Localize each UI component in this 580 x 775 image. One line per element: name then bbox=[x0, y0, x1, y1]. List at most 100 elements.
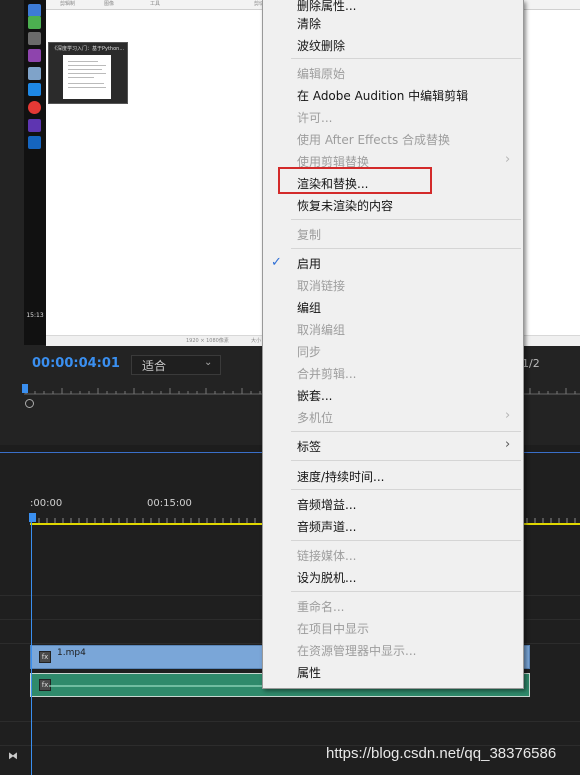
zoom-fit-label: 适合 bbox=[142, 359, 167, 373]
menu-separator bbox=[291, 540, 521, 541]
chevron-right-icon: › bbox=[505, 437, 511, 452]
menu-item-label: 速度/持续时间... bbox=[297, 470, 385, 484]
timeline-playhead-line[interactable] bbox=[31, 521, 32, 775]
taskbar-app-icon bbox=[28, 67, 41, 80]
menu-item-label: 属性 bbox=[297, 666, 322, 680]
menu-item-ripple-delete[interactable]: 波纹删除 bbox=[263, 34, 523, 56]
menu-item-label: 多机位 bbox=[297, 411, 334, 425]
resolution-select[interactable]: 1/2 bbox=[522, 357, 540, 370]
video-clip-name: 1.mp4 bbox=[57, 648, 86, 658]
menu-item-multi-camera[interactable]: 多机位 › bbox=[263, 406, 523, 428]
menu-item-label: 使用 After Effects 合成替换 bbox=[297, 133, 451, 147]
menu-item-rename[interactable]: 重命名... bbox=[263, 595, 523, 617]
menu-separator bbox=[291, 489, 521, 490]
menu-separator bbox=[291, 219, 521, 220]
menu-item-label: 清除 bbox=[297, 17, 322, 31]
preview-header-col: 图像 bbox=[104, 1, 115, 7]
taskbar-app-icon bbox=[28, 119, 41, 132]
snap-icon[interactable]: ⧓ bbox=[8, 751, 18, 762]
menu-item-speed-duration[interactable]: 速度/持续时间... bbox=[263, 465, 523, 487]
menu-item-audio-gain[interactable]: 音频增益... bbox=[263, 493, 523, 515]
menu-item-label: 启用 bbox=[297, 257, 322, 271]
thumbnail-page bbox=[63, 55, 111, 99]
preview-header-col: 工具 bbox=[150, 1, 161, 7]
taskbar-app-icon bbox=[28, 16, 41, 29]
taskbar-time: 15:13 bbox=[26, 312, 44, 319]
menu-item-reveal-in-project[interactable]: 在项目中显示 bbox=[263, 617, 523, 639]
menu-item-nest[interactable]: 嵌套... bbox=[263, 384, 523, 406]
menu-item-label: 嵌套... bbox=[297, 389, 333, 403]
menu-item-duplicate[interactable]: 复制 bbox=[263, 223, 523, 245]
menu-item-label: 波纹删除 bbox=[297, 39, 346, 53]
monitor-playhead-handle-icon[interactable] bbox=[25, 399, 34, 408]
menu-separator bbox=[291, 431, 521, 432]
menu-item-label: 在资源管理器中显示... bbox=[297, 644, 417, 658]
timeline-timecode: :00:00 bbox=[30, 498, 63, 509]
menu-item-label: 重命名... bbox=[297, 600, 345, 614]
menu-separator bbox=[291, 591, 521, 592]
menu-item-restore-unrendered[interactable]: 恢复未渲染的内容 bbox=[263, 194, 523, 216]
menu-item-label: 链接媒体... bbox=[297, 549, 357, 563]
menu-item-properties[interactable]: 属性 bbox=[263, 661, 523, 683]
menu-separator bbox=[291, 58, 521, 59]
menu-item-label: 设为脱机... bbox=[297, 571, 357, 585]
chevron-down-icon: ⌄ bbox=[204, 357, 213, 368]
desktop-taskbar: 15:13 bbox=[24, 0, 46, 345]
highlight-annotation bbox=[278, 167, 432, 194]
menu-item-label: 恢复未渲染的内容 bbox=[297, 199, 394, 213]
taskbar-app-icon bbox=[28, 136, 41, 149]
menu-item-unlink[interactable]: 取消链接 bbox=[263, 274, 523, 296]
menu-item-license[interactable]: 许可... bbox=[263, 106, 523, 128]
playhead-timecode[interactable]: 00:00:04:01 bbox=[32, 356, 120, 371]
menu-item-reveal-in-explorer[interactable]: 在资源管理器中显示... bbox=[263, 639, 523, 661]
fx-icon: fx bbox=[39, 651, 51, 663]
menu-item-label: 复制 bbox=[297, 228, 322, 242]
menu-item-label: 音频增益... bbox=[297, 498, 357, 512]
menu-item-label: 音频声道... bbox=[297, 520, 357, 534]
menu-item-clear[interactable]: 清除 bbox=[263, 12, 523, 34]
chrome-icon bbox=[28, 101, 41, 114]
clip-context-menu: 删除属性... 清除 波纹删除 编辑原始在 Adobe Audition 中编辑剪辑许… bbox=[262, 0, 524, 689]
chevron-right-icon: › bbox=[505, 152, 511, 167]
watermark: https://blog.csdn.net/qq_38376586 bbox=[326, 745, 557, 762]
menu-item-edit-in-audition[interactable]: 在 Adobe Audition 中编辑剪辑 bbox=[263, 84, 523, 106]
menu-item-ungroup[interactable]: 取消编组 bbox=[263, 318, 523, 340]
chevron-right-icon: › bbox=[505, 408, 511, 423]
menu-item-replace-with-ae[interactable]: 使用 After Effects 合成替换 bbox=[263, 128, 523, 150]
preview-footer-text: 1920 × 1080像素 bbox=[186, 338, 229, 344]
menu-item-merge-clips[interactable]: 合并剪辑... bbox=[263, 362, 523, 384]
track-row bbox=[0, 697, 580, 722]
taskbar-app-icon bbox=[28, 83, 41, 96]
menu-item-enable[interactable]: ✓ 启用 bbox=[263, 252, 523, 274]
monitor-playhead-icon[interactable] bbox=[22, 384, 28, 393]
menu-item-label: 编组 bbox=[297, 301, 322, 315]
menu-item-synchronize[interactable]: 同步 bbox=[263, 340, 523, 362]
track-row bbox=[0, 721, 580, 746]
zoom-fit-select[interactable]: 适合 ⌄ bbox=[131, 355, 221, 375]
timeline-timecode: 00:15:00 bbox=[147, 498, 192, 509]
menu-item-label: 许可... bbox=[297, 111, 333, 125]
menu-item-group[interactable]: 编组 bbox=[263, 296, 523, 318]
taskbar-app-icon bbox=[28, 49, 41, 62]
menu-item-label: 编辑原始 bbox=[297, 67, 346, 81]
menu-separator bbox=[291, 460, 521, 461]
checkmark-icon: ✓ bbox=[271, 255, 282, 270]
menu-item-label: 取消编组 bbox=[297, 323, 346, 337]
menu-item-label[interactable]: 标签 › bbox=[263, 435, 523, 457]
menu-item-label: 在项目中显示 bbox=[297, 622, 370, 636]
menu-separator bbox=[291, 248, 521, 249]
menu-item-make-offline[interactable]: 设为脱机... bbox=[263, 566, 523, 588]
menu-item-audio-channels[interactable]: 音频声道... bbox=[263, 515, 523, 537]
thumbnail-popup: 《深度学习入门：基于Python... bbox=[48, 42, 128, 104]
taskbar-app-icon bbox=[28, 32, 41, 45]
menu-item-label: 同步 bbox=[297, 345, 322, 359]
menu-item-edit-original[interactable]: 编辑原始 bbox=[263, 62, 523, 84]
preview-footer-text: 大小 bbox=[251, 338, 262, 344]
preview-header-col: 剪辑制 bbox=[60, 1, 76, 7]
menu-item-label: 合并剪辑... bbox=[297, 367, 357, 381]
menu-item-link-media[interactable]: 链接媒体... bbox=[263, 544, 523, 566]
menu-item-label: 在 Adobe Audition 中编辑剪辑 bbox=[297, 89, 469, 103]
menu-item-label: 标签 bbox=[297, 440, 322, 454]
thumbnail-title: 《深度学习入门：基于Python... bbox=[52, 46, 124, 52]
menu-item-label: 取消链接 bbox=[297, 279, 346, 293]
